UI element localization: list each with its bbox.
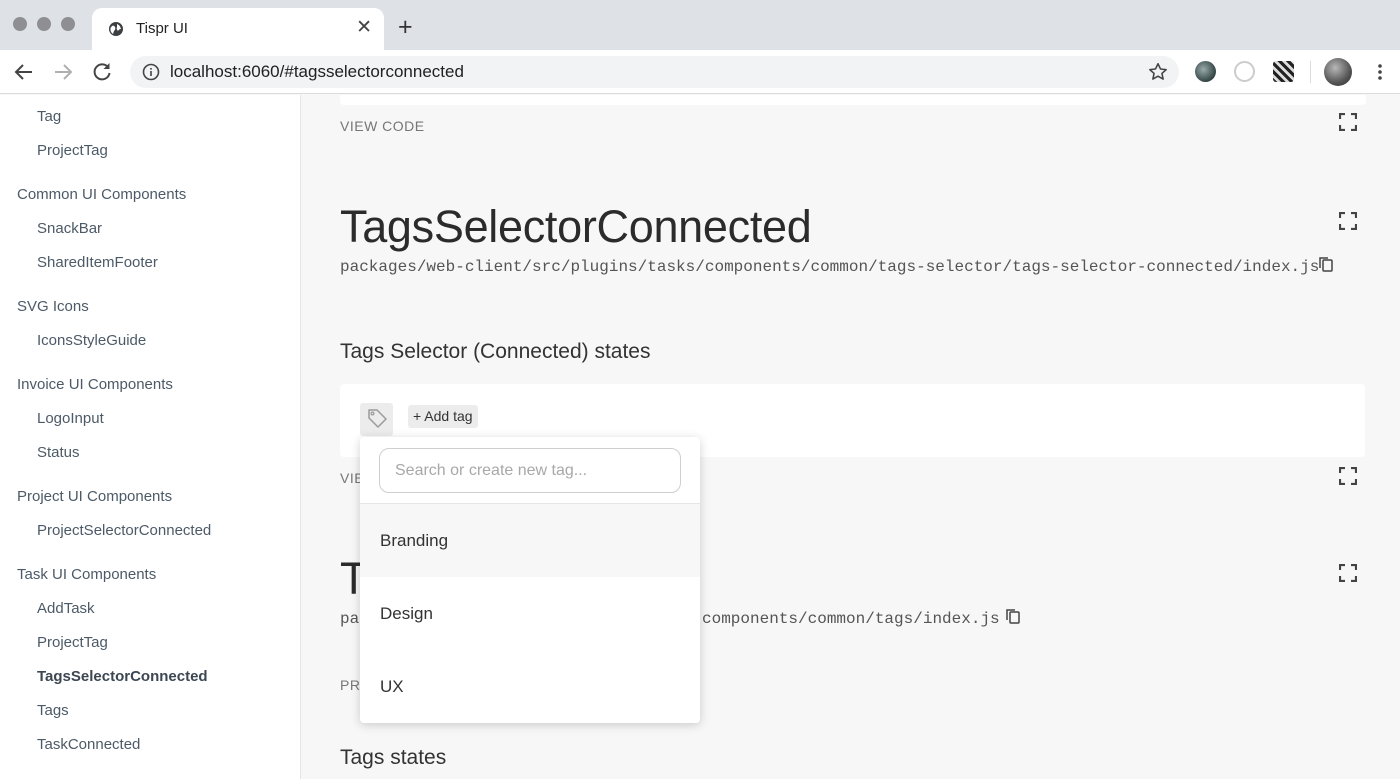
sidebar-item-projectselectorconnected[interactable]: ProjectSelectorConnected [37, 522, 211, 539]
extension-icon[interactable] [1195, 61, 1216, 82]
profile-avatar[interactable] [1324, 58, 1352, 86]
extension-icon[interactable] [1273, 61, 1294, 82]
window-zoom-button[interactable] [61, 17, 75, 31]
sidebar-item-tag[interactable]: Tag [37, 108, 61, 125]
address-bar[interactable]: localhost:6060/#tagsselectorconnected [130, 56, 1179, 88]
browser-toolbar: localhost:6060/#tagsselectorconnected [0, 50, 1400, 94]
view-code-link[interactable]: VIEW CODE [340, 118, 425, 134]
sidebar-item-shareditemfooter[interactable]: SharedItemFooter [37, 254, 158, 271]
fullscreen-icon[interactable] [1339, 212, 1357, 230]
tag-option-branding[interactable]: Branding [360, 504, 700, 577]
globe-icon [109, 22, 123, 36]
sidebar-group-task-ui[interactable]: Task UI Components [17, 566, 156, 583]
sidebar-item-snackbar[interactable]: SnackBar [37, 220, 102, 237]
sidebar-item-taskconnected[interactable]: TaskConnected [37, 736, 140, 753]
previous-example-card [340, 95, 1366, 105]
sidebar-item-status[interactable]: Status [37, 444, 80, 461]
window-close-button[interactable] [13, 17, 27, 31]
sidebar-item-iconsstyleguide[interactable]: IconsStyleGuide [37, 332, 146, 349]
bookmark-star-icon[interactable] [1147, 61, 1169, 83]
sidebar-item-logoinput[interactable]: LogoInput [37, 410, 104, 427]
sidebar-item-projecttag[interactable]: ProjectTag [37, 634, 108, 651]
tag-search-input[interactable] [379, 448, 681, 493]
tag-option-design[interactable]: Design [360, 577, 700, 650]
browser-tab[interactable]: Tispr UI ✕ [92, 8, 384, 50]
tags-dropdown: Branding Design UX [360, 437, 700, 723]
component-path: packages/web-client/src/plugins/tasks/co… [340, 258, 1320, 276]
component-path: components/common/tags/index.js [702, 610, 1000, 628]
info-icon[interactable] [142, 63, 160, 81]
browser-tab-bar: Tispr UI ✕ + [0, 0, 1400, 50]
sidebar-item-addtask[interactable]: AddTask [37, 600, 95, 617]
tag-selector-button[interactable] [360, 403, 393, 436]
url-text[interactable]: localhost:6060/#tagsselectorconnected [170, 62, 464, 82]
fullscreen-icon[interactable] [1339, 564, 1357, 582]
copy-icon[interactable] [1005, 608, 1021, 624]
section-title: Tags states [340, 746, 447, 769]
component-title: TagsSelectorConnected [340, 201, 812, 252]
fullscreen-icon[interactable] [1339, 467, 1357, 485]
tab-title: Tispr UI [136, 20, 188, 37]
forward-arrow-icon[interactable] [51, 60, 75, 84]
section-title: Tags Selector (Connected) states [340, 340, 651, 363]
tag-icon [368, 409, 387, 428]
add-tag-button[interactable]: + Add tag [408, 405, 478, 428]
sidebar-group-svg-icons[interactable]: SVG Icons [17, 298, 89, 315]
back-arrow-icon[interactable] [12, 60, 36, 84]
fullscreen-icon[interactable] [1339, 113, 1357, 131]
toolbar-divider [1310, 61, 1311, 83]
sidebar-group-invoice-ui[interactable]: Invoice UI Components [17, 376, 173, 393]
sidebar-group-common-ui[interactable]: Common UI Components [17, 186, 186, 203]
more-menu-icon[interactable] [1370, 62, 1390, 82]
props-link[interactable]: PR [340, 677, 360, 693]
sidebar-item-tags[interactable]: Tags [37, 702, 69, 719]
reload-icon[interactable] [90, 60, 114, 84]
tag-option-ux[interactable]: UX [360, 650, 700, 723]
close-tab-icon[interactable]: ✕ [356, 17, 372, 39]
sidebar-item-tagsselectorconnected[interactable]: TagsSelectorConnected [37, 668, 208, 685]
extension-icon[interactable] [1234, 61, 1255, 82]
window-minimize-button[interactable] [37, 17, 51, 31]
copy-icon[interactable] [1318, 256, 1334, 272]
new-tab-icon[interactable]: + [398, 14, 413, 40]
sidebar: Tag ProjectTag Common UI Components Snac… [0, 95, 301, 779]
component-path: pa [340, 610, 360, 628]
sidebar-group-project-ui[interactable]: Project UI Components [17, 488, 172, 505]
sidebar-item-projecttag[interactable]: ProjectTag [37, 142, 108, 159]
